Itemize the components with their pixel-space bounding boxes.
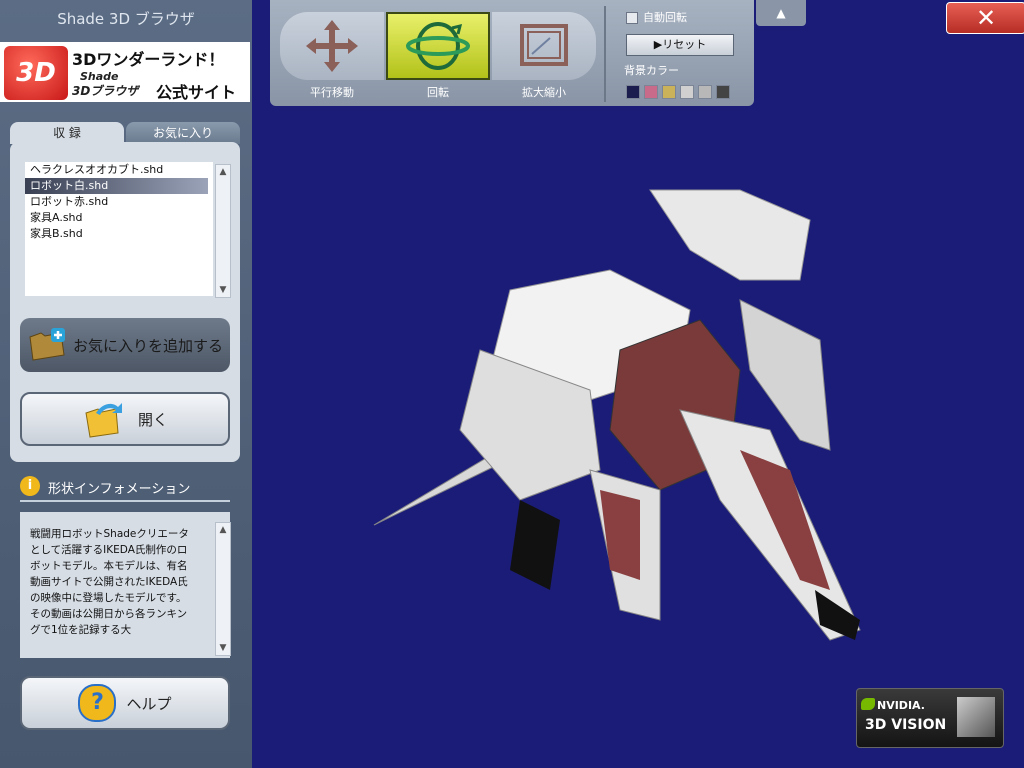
scroll-up-icon[interactable]: ▲ <box>216 165 230 179</box>
info-scrollbar[interactable]: ▲ ▼ <box>215 522 231 656</box>
info-heading: 形状インフォメーション <box>48 482 191 497</box>
rotate-tool-button[interactable] <box>386 12 490 80</box>
zoom-frame-icon <box>520 24 568 66</box>
checkbox-icon[interactable] <box>626 12 638 24</box>
scroll-down-icon[interactable]: ▼ <box>216 283 230 297</box>
help-label: ヘルプ <box>126 694 172 713</box>
nvidia-eye-icon <box>861 698 875 710</box>
file-list[interactable]: ヘラクレスオオカブト.shd ロボット白.shd ロボット赤.shd 家具A.s… <box>25 162 213 296</box>
bg-swatch[interactable] <box>626 85 640 99</box>
list-item[interactable]: 家具B.shd <box>25 226 213 242</box>
move-arrows-icon <box>306 20 358 72</box>
banner-browser: 3Dブラウザ <box>72 84 139 98</box>
help-icon: ? <box>78 684 117 722</box>
bg-swatch[interactable] <box>644 85 658 99</box>
add-favorite-button[interactable]: お気に入りを追加する <box>20 318 230 372</box>
auto-rotate-checkbox[interactable]: 自動回転 <box>626 9 687 25</box>
3d-vision-logo-icon <box>957 697 995 737</box>
open-label: 開く <box>137 410 168 429</box>
banner-official: 公式サイト <box>156 83 237 102</box>
close-icon: ✕ <box>975 4 997 32</box>
move-label: 平行移動 <box>310 86 354 99</box>
folder-plus-icon <box>29 328 65 361</box>
bg-swatch[interactable] <box>698 85 712 99</box>
nvidia-3d-vision-badge[interactable]: NVIDIA. 3D VISION <box>856 688 1004 748</box>
collapse-toolbar-button[interactable]: ▲ <box>756 0 806 26</box>
tab-collection[interactable]: 収 録 <box>10 122 124 144</box>
scroll-up-icon[interactable]: ▲ <box>216 523 230 537</box>
info-text: 戦闘用ロボットShadeクリエータとして活躍するIKEDA氏制作のロボットモデル… <box>30 528 189 636</box>
app-title: Shade 3D ブラウザ <box>57 10 195 28</box>
bg-swatch[interactable] <box>680 85 694 99</box>
add-favorite-label: お気に入りを追加する <box>72 336 223 355</box>
toolbar-divider <box>604 6 606 102</box>
open-button[interactable]: 開く <box>20 392 230 446</box>
bg-swatch[interactable] <box>716 85 730 99</box>
help-button[interactable]: ? ヘルプ <box>20 676 230 730</box>
list-item[interactable]: 家具A.shd <box>25 210 213 226</box>
list-item-selected[interactable]: ロボット白.shd <box>25 178 208 194</box>
info-icon: i <box>20 476 40 496</box>
banner-title: 3Dワンダーランド！ <box>72 50 225 69</box>
toolbar: 平行移動 回転 拡大縮小 自動回転 ▶リセット 背景カラー <box>270 0 754 106</box>
zoom-label: 拡大縮小 <box>522 86 566 99</box>
rotate-icon <box>406 22 470 70</box>
nvidia-label: NVIDIA. <box>877 699 925 712</box>
tab-favorites[interactable]: お気に入り <box>126 122 240 144</box>
3d-vision-label: 3D VISION <box>865 717 947 733</box>
rotate-label: 回転 <box>427 86 449 99</box>
zoom-tool-button[interactable] <box>492 12 596 80</box>
move-tool-button[interactable] <box>280 12 384 80</box>
scroll-down-icon[interactable]: ▼ <box>216 641 230 655</box>
open-folder-icon <box>85 403 122 438</box>
robot-3d-model[interactable] <box>360 170 880 650</box>
double-up-arrow-icon: ▲ <box>776 6 786 20</box>
bg-color-label: 背景カラー <box>624 64 679 77</box>
list-item[interactable]: ヘラクレスオオカブト.shd <box>25 162 213 178</box>
3d-logo-icon: 3D <box>4 46 68 100</box>
close-button[interactable]: ✕ <box>946 2 1024 34</box>
info-box: 戦闘用ロボットShadeクリエータとして活躍するIKEDA氏制作のロボットモデル… <box>20 512 230 658</box>
file-list-scrollbar[interactable]: ▲ ▼ <box>215 164 231 298</box>
auto-rotate-label: 自動回転 <box>643 11 687 24</box>
reset-button[interactable]: ▶リセット <box>626 34 734 56</box>
list-item[interactable]: ロボット赤.shd <box>25 194 213 210</box>
official-site-banner[interactable]: 3D 3Dワンダーランド！ Shade 3Dブラウザ 公式サイト <box>0 42 250 102</box>
info-header: i 形状インフォメーション <box>20 474 230 502</box>
bg-swatch[interactable] <box>662 85 676 99</box>
